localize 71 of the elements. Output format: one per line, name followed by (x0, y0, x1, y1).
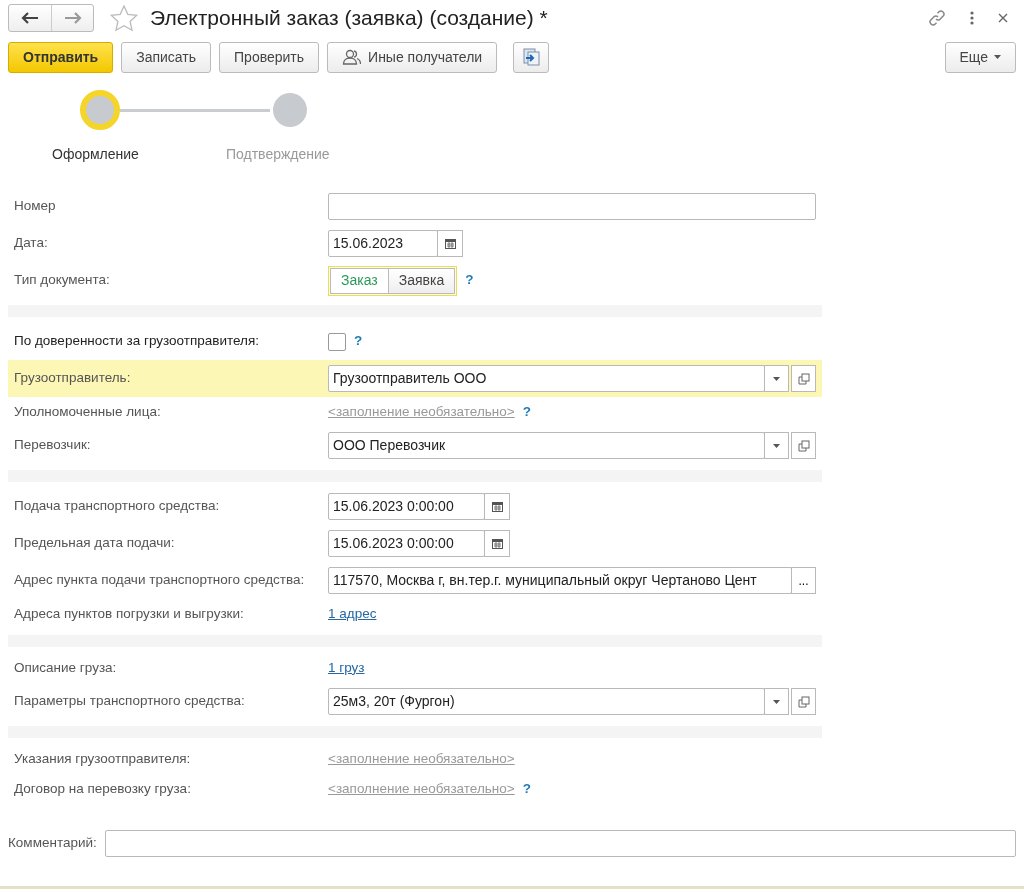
close-icon[interactable] (998, 13, 1008, 23)
select-field[interactable]: ООО Перевозчик (328, 432, 766, 459)
calendar-button[interactable] (484, 530, 510, 557)
open-icon (797, 695, 810, 708)
step-label: Подтверждение (226, 145, 330, 164)
date-field[interactable]: 15.06.2023 (328, 230, 438, 257)
field-label: Дата: (14, 234, 49, 253)
document-type-option[interactable]: Заявка (387, 267, 456, 294)
field-label: Уполномоченные лица: (14, 402, 162, 421)
field-label: Номер (14, 197, 57, 216)
field-label: Договор на перевозку груза: (14, 779, 192, 798)
help-icon[interactable]: ? (354, 331, 363, 352)
send-button[interactable]: Отправить (8, 41, 114, 73)
forward-arrow-icon (63, 12, 82, 24)
caret-icon (994, 55, 1001, 59)
date-field[interactable]: 15.06.2023 0:00:00 (328, 530, 485, 557)
back-arrow-icon (21, 12, 39, 24)
dropdown-caret-icon (773, 376, 781, 381)
export-button[interactable] (513, 41, 550, 73)
more-button[interactable]: Еще (944, 41, 1016, 73)
count-link[interactable]: 1 груз (328, 657, 365, 679)
step-label: Оформление (52, 145, 140, 164)
link-icon[interactable] (928, 9, 946, 27)
comment-field[interactable] (104, 830, 1016, 857)
field-label: Грузоотправитель: (14, 369, 132, 388)
recipients-button[interactable]: Иные получатели (327, 41, 498, 73)
field-label: Предельная дата подачи: (14, 534, 176, 553)
open-button[interactable] (791, 432, 816, 459)
more-icon[interactable] (970, 11, 974, 25)
export-icon (522, 48, 541, 66)
field-label: Описание груза: (14, 658, 118, 677)
open-icon (797, 439, 810, 452)
calendar-button[interactable] (484, 493, 510, 520)
dropdown-button[interactable] (764, 432, 790, 459)
field-label: Указания грузоотправителя: (14, 749, 192, 768)
address-field[interactable]: 117570, Москва г, вн.тер.г. муниципальный округ Чертаново Цент (328, 567, 792, 594)
help-icon[interactable]: ? (522, 778, 531, 800)
dropdown-button[interactable] (764, 688, 790, 715)
calendar-icon (491, 501, 503, 512)
star-icon[interactable] (110, 4, 138, 32)
choose-button[interactable]: ... (791, 567, 816, 594)
open-icon (797, 372, 810, 385)
number-field[interactable] (328, 193, 816, 220)
count-link[interactable]: 1 адрес (328, 603, 377, 625)
dropdown-caret-icon (773, 443, 781, 448)
toolbar-button[interactable]: Проверить (219, 41, 320, 73)
field-label: Перевозчик: (14, 436, 92, 455)
open-button[interactable] (791, 365, 816, 392)
window-title: Электронный заказ (заявка) (создание) * (150, 5, 548, 32)
document-type-option[interactable]: Заказ (330, 267, 389, 294)
open-button[interactable] (791, 688, 816, 715)
field-label: Комментарий: (8, 834, 97, 853)
dropdown-button[interactable] (764, 365, 790, 392)
calendar-button[interactable] (437, 230, 463, 257)
help-icon[interactable]: ? (522, 401, 531, 423)
field-label: Тип документа: (14, 271, 111, 290)
field-label: Адрес пункта подачи транспортного средства: (14, 571, 306, 590)
dropdown-caret-icon (773, 699, 781, 704)
help-icon[interactable]: ? (465, 270, 474, 291)
date-field[interactable]: 15.06.2023 0:00:00 (328, 493, 485, 520)
field-label: Адреса пунктов погрузки и выгрузки: (14, 604, 245, 623)
calendar-icon (491, 538, 503, 549)
calendar-icon (444, 238, 456, 249)
select-field[interactable]: Грузоотправитель ООО (328, 365, 766, 392)
people-icon (342, 49, 363, 65)
checkbox[interactable] (328, 332, 346, 351)
field-label: Параметры транспортного средства: (14, 692, 246, 711)
field-label: Подача транспортного средства: (14, 497, 221, 516)
toolbar-button[interactable]: Записать (121, 41, 212, 73)
select-field[interactable]: 25м3, 20т (Фургон) (328, 688, 766, 715)
field-label: По доверенности за грузоотправителя: (14, 332, 261, 351)
